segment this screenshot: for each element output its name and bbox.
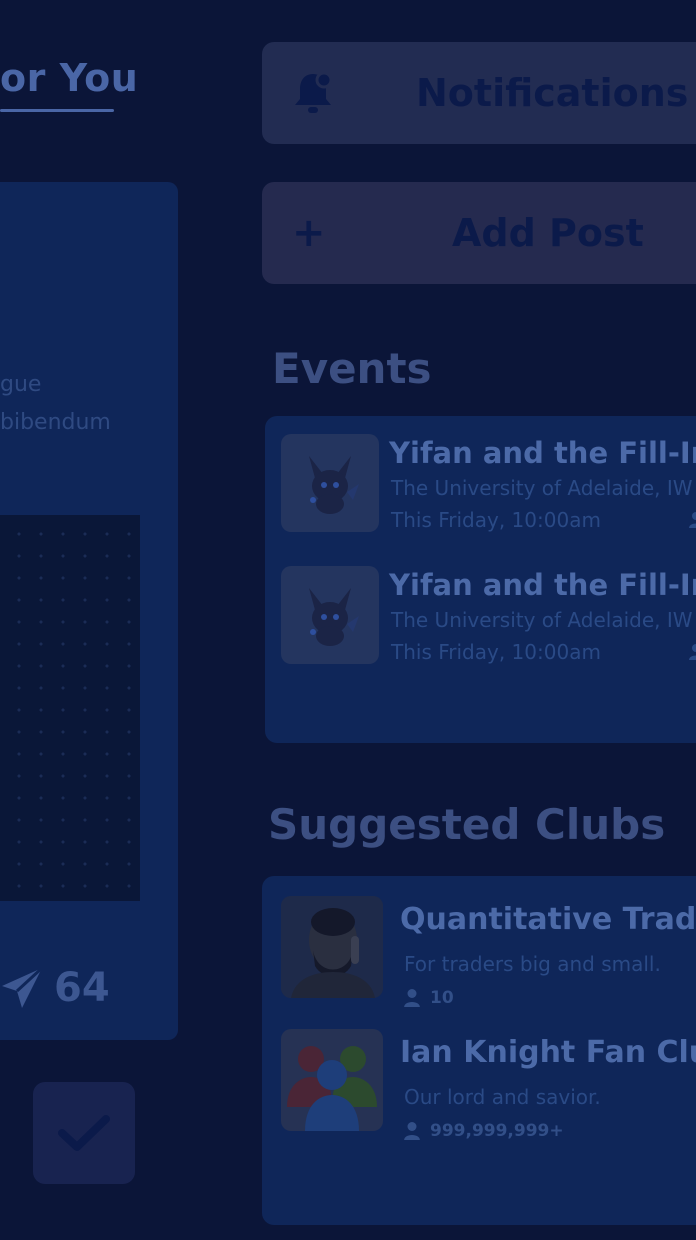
- paper-plane-icon: [2, 966, 44, 1008]
- add-post-label: Add Post: [452, 211, 644, 255]
- event-location: The University of Adelaide, IW: [391, 476, 693, 500]
- notifications-button[interactable]: Notifications: [262, 42, 696, 144]
- events-heading: Events: [272, 344, 432, 393]
- confirm-button[interactable]: [33, 1082, 135, 1184]
- add-post-button[interactable]: + Add Post: [262, 182, 696, 284]
- event-item[interactable]: Yifan and the Fill-In The University of …: [281, 434, 696, 534]
- post-image: [0, 515, 140, 901]
- person-icon: [404, 989, 420, 1007]
- club-avatar-group: [281, 1029, 383, 1131]
- post-text-line: gue: [0, 372, 42, 397]
- creature-icon: [309, 588, 359, 646]
- event-title: Yifan and the Fill-In: [389, 568, 696, 602]
- person-icon: [689, 512, 696, 528]
- active-tab-underline: [0, 109, 114, 112]
- group-icon: [287, 1046, 377, 1131]
- club-item[interactable]: Ian Knight Fan Club Our lord and savior.…: [281, 1029, 696, 1141]
- event-thumbnail: [281, 566, 379, 664]
- checkmark-icon: [58, 1115, 110, 1151]
- member-count-value: 10: [430, 988, 454, 1008]
- share-count: 64: [54, 965, 110, 1011]
- tab-for-you[interactable]: or You: [0, 56, 138, 100]
- event-location: The University of Adelaide, IW: [391, 608, 693, 632]
- member-count-value: 999,999,999+: [430, 1121, 564, 1141]
- person-icon: [404, 1122, 420, 1140]
- post-body-text: gue bibendum: [0, 366, 170, 442]
- club-item[interactable]: Quantitative Trading For traders big and…: [281, 896, 696, 1008]
- club-tagline: Our lord and savior.: [404, 1085, 601, 1109]
- clubs-panel: Quantitative Trading For traders big and…: [262, 876, 696, 1225]
- creature-icon: [309, 456, 359, 514]
- post-text-line: bibendum: [0, 410, 111, 435]
- event-item[interactable]: Yifan and the Fill-In The University of …: [281, 566, 696, 666]
- club-member-count: 999,999,999+: [404, 1121, 564, 1141]
- event-time: This Friday, 10:00am: [391, 508, 601, 532]
- club-member-count: 10: [404, 988, 454, 1008]
- event-title: Yifan and the Fill-In: [389, 436, 696, 470]
- person-icon: [689, 644, 696, 660]
- share-button[interactable]: 64: [0, 962, 110, 1014]
- bell-icon: [295, 71, 333, 113]
- suggested-clubs-heading: Suggested Clubs: [268, 800, 666, 849]
- avatar: [281, 896, 383, 998]
- events-panel: Yifan and the Fill-In The University of …: [265, 416, 696, 743]
- club-name: Ian Knight Fan Club: [400, 1035, 696, 1070]
- event-time: This Friday, 10:00am: [391, 640, 601, 664]
- club-avatar-photo: [281, 896, 383, 998]
- club-tagline: For traders big and small.: [404, 952, 661, 976]
- event-thumbnail: [281, 434, 379, 532]
- notifications-label: Notifications: [416, 71, 689, 115]
- plus-icon: +: [292, 210, 326, 256]
- club-name: Quantitative Trading: [400, 902, 696, 937]
